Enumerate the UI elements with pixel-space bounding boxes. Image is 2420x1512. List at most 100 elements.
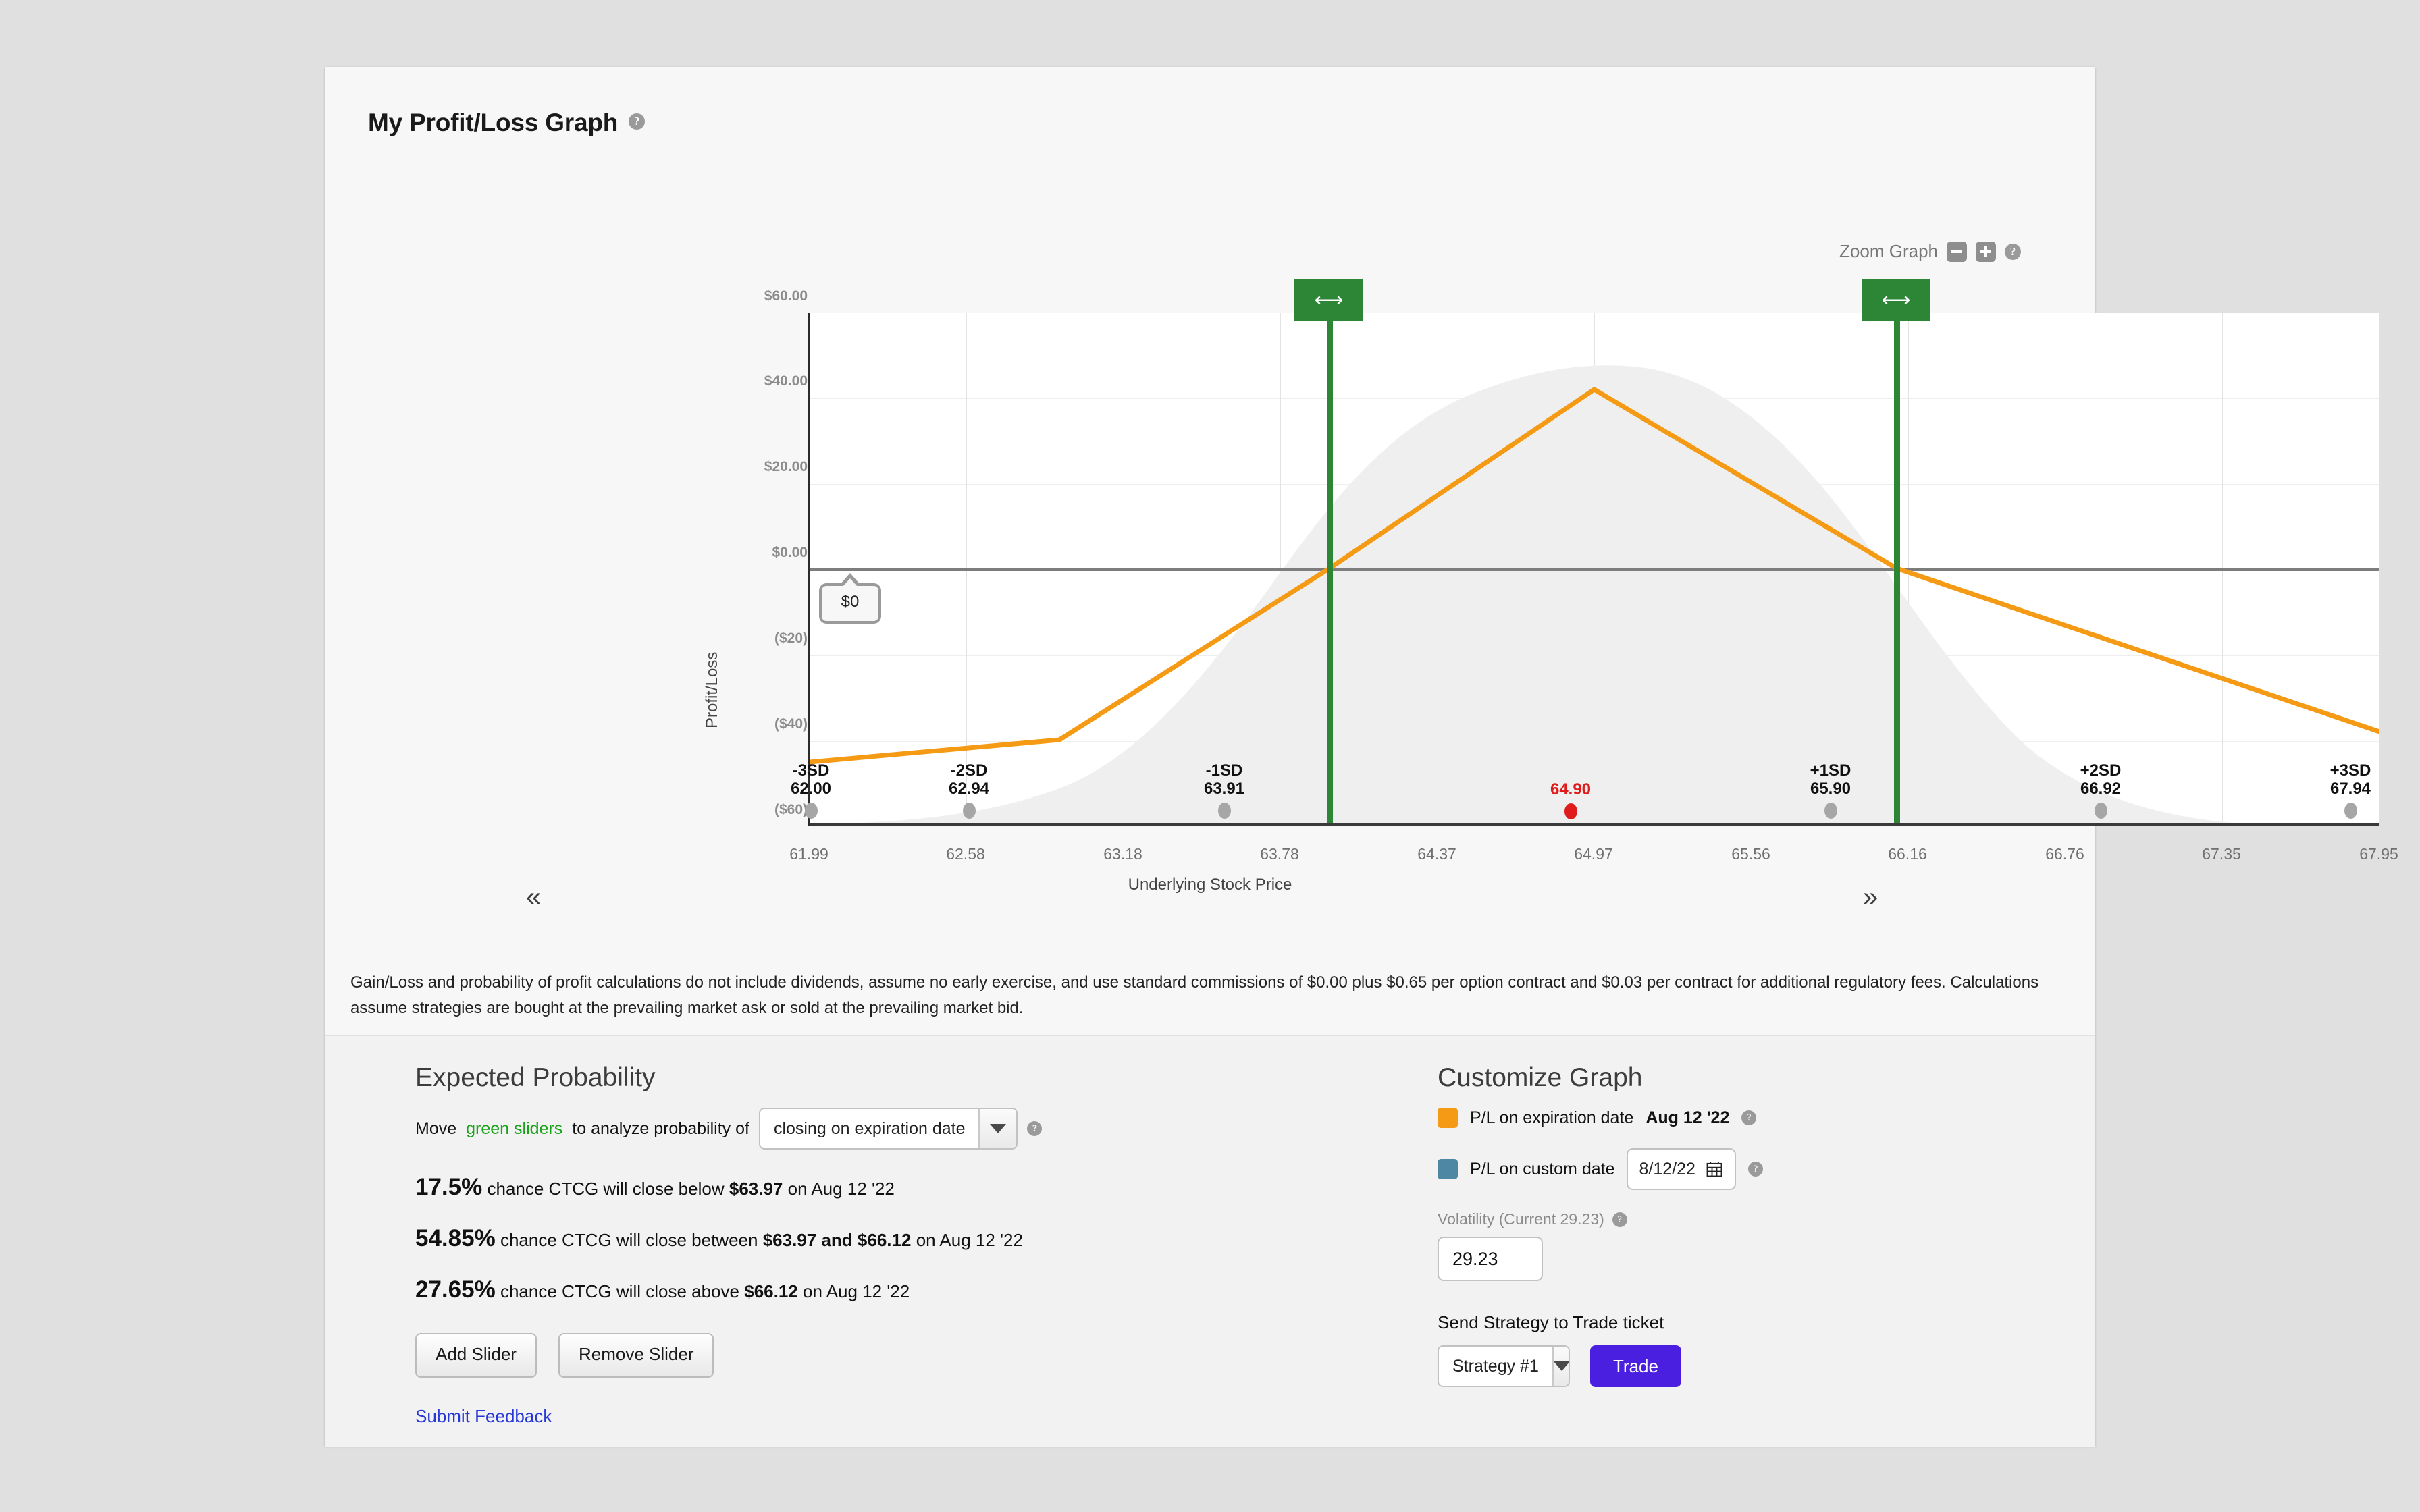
custom-date-input[interactable]: 8/12/22: [1627, 1148, 1736, 1190]
remove-slider-button[interactable]: Remove Slider: [558, 1333, 714, 1378]
upper-slider[interactable]: ⟷: [1862, 279, 1930, 826]
sd-label: +2SD: [2080, 761, 2122, 780]
probability-date: on Aug 12 '22: [787, 1179, 895, 1199]
y-tick: $0.00: [772, 545, 808, 560]
volatility-help-icon[interactable]: ?: [1612, 1212, 1627, 1227]
chart-area: Profit/Loss $60.00 $40.00 $20.00 $0.00 (…: [325, 279, 2379, 917]
calendar-icon[interactable]: [1705, 1160, 1724, 1179]
nav-prev-icon[interactable]: «: [526, 884, 541, 911]
scenario-select-value: closing on expiration date: [773, 1118, 966, 1138]
zero-callout: $0: [819, 573, 881, 624]
probability-value-low: $63.97: [762, 1230, 817, 1250]
page-title-text: My Profit/Loss Graph: [368, 109, 619, 136]
zoom-help-icon[interactable]: ?: [2005, 243, 2021, 260]
expiration-legend-text: P/L on expiration date: [1470, 1108, 1634, 1127]
minus-icon[interactable]: [1947, 241, 1967, 262]
sd-dot: [2094, 802, 2107, 819]
slider-button-row: Add Slider Remove Slider: [415, 1333, 1259, 1378]
scenario-help-icon[interactable]: ?: [1027, 1121, 1043, 1136]
sd-marker--3sd: -3SD 62.00: [737, 761, 885, 819]
legend-custom-date-row: P/L on custom date 8/12/22 ?: [1438, 1148, 2045, 1190]
zoom-graph-controls: Zoom Graph ?: [1839, 241, 2021, 262]
x-tick: 66.76: [2045, 845, 2084, 863]
x-tick: 63.78: [1260, 845, 1299, 863]
custom-date-legend-text: P/L on custom date: [1470, 1159, 1615, 1179]
x-axis-title: Underlying Stock Price: [1128, 875, 1292, 894]
sd-marker-current: 64.90: [1496, 780, 1645, 819]
probability-conjunction: and: [821, 1230, 853, 1250]
probability-line-between: 54.85% chance CTCG will close between $6…: [415, 1225, 1259, 1252]
lower-slider-handle[interactable]: ⟷: [1294, 279, 1363, 321]
custom-date-help-icon[interactable]: ?: [1747, 1162, 1763, 1177]
sd-marker--2sd: -2SD 62.94: [895, 761, 1043, 819]
x-tick: 67.35: [2202, 845, 2241, 863]
current-price-dot: [1564, 803, 1577, 819]
green-sliders-text: green sliders: [466, 1118, 563, 1138]
page-title: My Profit/Loss Graph?: [368, 109, 646, 137]
sd-dot: [1824, 802, 1837, 819]
x-tick: 64.97: [1574, 845, 1613, 863]
strategy-select-value: Strategy #1: [1452, 1356, 1539, 1376]
y-tick: $40.00: [764, 373, 808, 389]
upper-slider-handle[interactable]: ⟷: [1862, 279, 1930, 321]
volatility-label: Volatility (Current 29.23): [1438, 1210, 1604, 1228]
zoom-graph-label: Zoom Graph: [1839, 241, 1938, 261]
sd-label: -1SD: [1205, 761, 1243, 780]
chevron-down-icon[interactable]: [1552, 1347, 1569, 1386]
x-tick: 61.99: [789, 845, 828, 863]
sd-label: +3SD: [2330, 761, 2371, 780]
volatility-input[interactable]: 29.23: [1438, 1237, 1543, 1281]
chevron-down-icon[interactable]: [978, 1109, 1017, 1148]
probability-text: chance CTCG will close above: [500, 1281, 739, 1301]
horizontal-resize-icon: ⟷: [1881, 289, 1911, 311]
plot-canvas[interactable]: $0 ⟷ ⟷: [808, 279, 2379, 826]
expiration-help-icon[interactable]: ?: [1741, 1110, 1757, 1125]
sd-marker--1sd: -1SD 63.91: [1150, 761, 1298, 819]
profit-loss-graph-panel: My Profit/Loss Graph? Zoom Graph ? Profi…: [325, 67, 2398, 1447]
sd-price: 67.94: [2330, 779, 2371, 798]
y-tick: $60.00: [764, 288, 808, 304]
sd-label: +1SD: [1810, 761, 1851, 780]
title-help-icon[interactable]: ?: [629, 113, 646, 130]
scenario-select[interactable]: closing on expiration date: [758, 1108, 1018, 1150]
sd-price: 62.00: [790, 779, 832, 798]
x-tick: 66.16: [1888, 845, 1927, 863]
expected-probability-section: Expected Probability Move green sliders …: [415, 1063, 1259, 1427]
y-axis-ticks: $60.00 $40.00 $20.00 $0.00 ($20) ($40) (…: [720, 288, 808, 817]
probability-date: on Aug 12 '22: [803, 1281, 910, 1301]
submit-feedback-link[interactable]: Submit Feedback: [415, 1406, 552, 1427]
probability-percent: 54.85%: [415, 1225, 496, 1251]
instruction-prefix: Move: [415, 1118, 457, 1138]
disclaimer-text: Gain/Loss and probability of profit calc…: [350, 973, 2039, 1017]
x-tick: 67.95: [2359, 845, 2398, 863]
sd-marker-+1sd: +1SD 65.90: [1756, 761, 1905, 819]
lower-slider[interactable]: ⟷: [1294, 279, 1363, 826]
probability-percent: 27.65%: [415, 1276, 496, 1303]
plus-icon[interactable]: [1976, 241, 1996, 262]
trade-button[interactable]: Trade: [1590, 1345, 1681, 1387]
sd-dot: [804, 802, 818, 819]
probability-percent: 17.5%: [415, 1174, 483, 1200]
current-price: 64.90: [1550, 780, 1592, 799]
probability-date: on Aug 12 '22: [916, 1230, 1023, 1250]
probability-line-below: 17.5% chance CTCG will close below $63.9…: [415, 1174, 1259, 1201]
expected-probability-title: Expected Probability: [415, 1063, 656, 1092]
nav-next-icon[interactable]: »: [1863, 884, 1878, 911]
volatility-label-row: Volatility (Current 29.23) ?: [1438, 1210, 2045, 1228]
pl-expiration-line: [810, 387, 2379, 765]
sd-price: 66.92: [2080, 779, 2122, 798]
sd-dot: [2344, 802, 2357, 819]
strategy-select[interactable]: Strategy #1: [1438, 1345, 1570, 1387]
lower-panel: Expected Probability Move green sliders …: [325, 1035, 2095, 1447]
x-tick: 64.37: [1417, 845, 1456, 863]
y-axis-title: Profit/Loss: [703, 651, 721, 728]
horizontal-resize-icon: ⟷: [1314, 289, 1344, 311]
add-slider-button[interactable]: Add Slider: [415, 1333, 537, 1378]
expiration-date-value: Aug 12 '22: [1646, 1108, 1730, 1127]
customize-graph-section: Customize Graph P/L on expiration date A…: [1438, 1063, 2045, 1387]
sd-price: 63.91: [1203, 779, 1245, 798]
x-axis-line: [810, 824, 2379, 826]
custom-date-color-swatch: [1438, 1159, 1458, 1179]
slider-instruction-row: Move green sliders to analyze probabilit…: [415, 1108, 1259, 1150]
probability-value: $66.12: [744, 1281, 798, 1301]
